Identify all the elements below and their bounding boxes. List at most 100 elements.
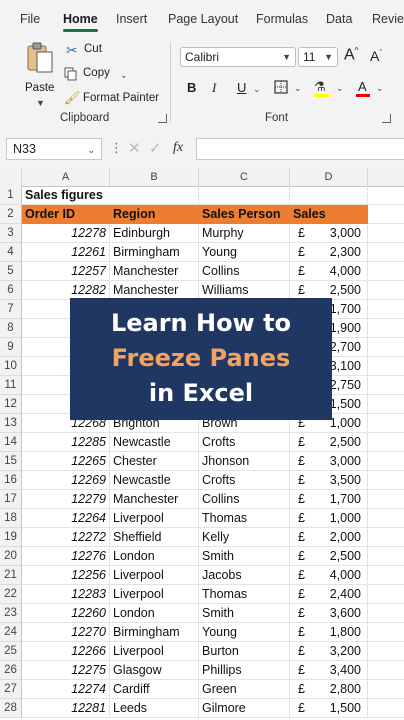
cell-sales[interactable]: £1,800	[290, 623, 368, 642]
column-header-b[interactable]: B	[110, 168, 199, 186]
grow-font-button[interactable]: A^	[344, 46, 358, 64]
clipboard-dialog-launcher-icon[interactable]	[158, 114, 167, 123]
tab-home[interactable]: Home	[63, 12, 98, 32]
row-header[interactable]: 4	[0, 243, 22, 262]
cell-region[interactable]: Newcastle	[110, 471, 199, 490]
cell[interactable]	[368, 509, 404, 528]
cell-region[interactable]: Newcastle	[110, 433, 199, 452]
cell[interactable]	[368, 319, 404, 338]
cell[interactable]	[368, 680, 404, 699]
column-header-cell[interactable]: Sales	[290, 205, 368, 224]
cell[interactable]	[368, 243, 404, 262]
cell-sales[interactable]: £2,000	[290, 528, 368, 547]
cell-id[interactable]: 12256	[22, 566, 110, 585]
cell-person[interactable]: Burton	[199, 642, 290, 661]
tab-formulas[interactable]: Formulas	[256, 12, 308, 26]
row-header[interactable]: 10	[0, 357, 22, 376]
column-header-cell[interactable]: Order ID	[22, 205, 110, 224]
cell-region[interactable]: Birmingham	[110, 623, 199, 642]
cell-sales[interactable]: £1,500	[290, 699, 368, 718]
select-all-corner[interactable]	[0, 168, 22, 186]
column-header-c[interactable]: C	[199, 168, 290, 186]
row-header[interactable]: 3	[0, 224, 22, 243]
cell-id[interactable]: 12275	[22, 661, 110, 680]
cell[interactable]	[368, 338, 404, 357]
cell-id[interactable]: 12276	[22, 547, 110, 566]
name-box-chevron-down-icon[interactable]: ⌄	[87, 145, 95, 156]
cell-region[interactable]: Liverpool	[110, 566, 199, 585]
cell[interactable]	[368, 357, 404, 376]
cell-region[interactable]: Liverpool	[110, 585, 199, 604]
cell-region[interactable]: Sheffield	[110, 528, 199, 547]
cancel-icon[interactable]: ✕	[128, 139, 141, 157]
copy-button[interactable]: Copy ⌄	[64, 66, 134, 84]
row-header[interactable]: 5	[0, 262, 22, 281]
row-header[interactable]: 25	[0, 642, 22, 661]
cell-region[interactable]: London	[110, 604, 199, 623]
row-header[interactable]: 19	[0, 528, 22, 547]
paste-button[interactable]: Paste ▼	[22, 42, 58, 108]
tab-file[interactable]: File	[20, 12, 40, 26]
cell-person[interactable]: Thomas	[199, 509, 290, 528]
cell-person[interactable]: Gilmore	[199, 699, 290, 718]
sheet-title-cell[interactable]: Sales figures	[22, 186, 110, 205]
cell[interactable]	[368, 566, 404, 585]
row-header[interactable]: 12	[0, 395, 22, 414]
row-header[interactable]: 1	[0, 186, 22, 205]
cell[interactable]	[368, 205, 404, 224]
cell-person[interactable]: Collins	[199, 262, 290, 281]
column-header-a[interactable]: A	[22, 168, 110, 186]
cell-id[interactable]: 12269	[22, 471, 110, 490]
cell-id[interactable]: 12274	[22, 680, 110, 699]
cell[interactable]	[368, 490, 404, 509]
cell[interactable]	[368, 547, 404, 566]
borders-button[interactable]: ⌄	[274, 80, 304, 98]
row-header[interactable]: 27	[0, 680, 22, 699]
shrink-font-button[interactable]: Aˇ	[370, 48, 382, 64]
cell-region[interactable]: Leeds	[110, 699, 199, 718]
fill-color-button[interactable]: ⚗ ⌄	[314, 79, 346, 99]
cell[interactable]	[368, 395, 404, 414]
cell[interactable]	[368, 186, 404, 205]
cell[interactable]	[368, 585, 404, 604]
cell-person[interactable]: Thomas	[199, 585, 290, 604]
cell-sales[interactable]: £4,000	[290, 566, 368, 585]
cell-sales[interactable]: £2,300	[290, 243, 368, 262]
cell-sales[interactable]: £3,000	[290, 452, 368, 471]
cell-sales[interactable]: £3,000	[290, 224, 368, 243]
cell-region[interactable]: Edinburgh	[110, 224, 199, 243]
cell[interactable]	[368, 300, 404, 319]
enter-check-icon[interactable]: ✓	[149, 139, 162, 157]
row-header[interactable]: 22	[0, 585, 22, 604]
paste-chevron-down-icon[interactable]: ▼	[36, 98, 45, 108]
font-dialog-launcher-icon[interactable]	[382, 114, 391, 123]
cell-person[interactable]: Murphy	[199, 224, 290, 243]
column-header-e[interactable]	[368, 168, 404, 186]
cell-region[interactable]: London	[110, 547, 199, 566]
cell[interactable]	[290, 186, 368, 205]
cell-person[interactable]: Crofts	[199, 471, 290, 490]
cell-person[interactable]: Smith	[199, 604, 290, 623]
cell-sales[interactable]: £1,000	[290, 509, 368, 528]
cell-id[interactable]: 12278	[22, 224, 110, 243]
cell-person[interactable]: Jhonson	[199, 452, 290, 471]
row-header[interactable]: 23	[0, 604, 22, 623]
cell-id[interactable]: 12264	[22, 509, 110, 528]
cell[interactable]	[368, 471, 404, 490]
cell-person[interactable]: Smith	[199, 547, 290, 566]
row-header[interactable]: 9	[0, 338, 22, 357]
cell[interactable]	[368, 414, 404, 433]
cell[interactable]	[199, 186, 290, 205]
tab-data[interactable]: Data	[326, 12, 352, 26]
cell-region[interactable]: Liverpool	[110, 509, 199, 528]
cell[interactable]	[368, 699, 404, 718]
cell-sales[interactable]: £3,600	[290, 604, 368, 623]
font-size-select[interactable]: 11 ▼	[298, 47, 338, 67]
font-name-select[interactable]: Calibri ▼	[180, 47, 296, 67]
cell[interactable]	[368, 262, 404, 281]
cell-sales[interactable]: £3,500	[290, 471, 368, 490]
name-box[interactable]: N33 ⌄	[6, 138, 102, 160]
cell-person[interactable]: Phillips	[199, 661, 290, 680]
row-header[interactable]: 16	[0, 471, 22, 490]
cell-region[interactable]: Manchester	[110, 262, 199, 281]
